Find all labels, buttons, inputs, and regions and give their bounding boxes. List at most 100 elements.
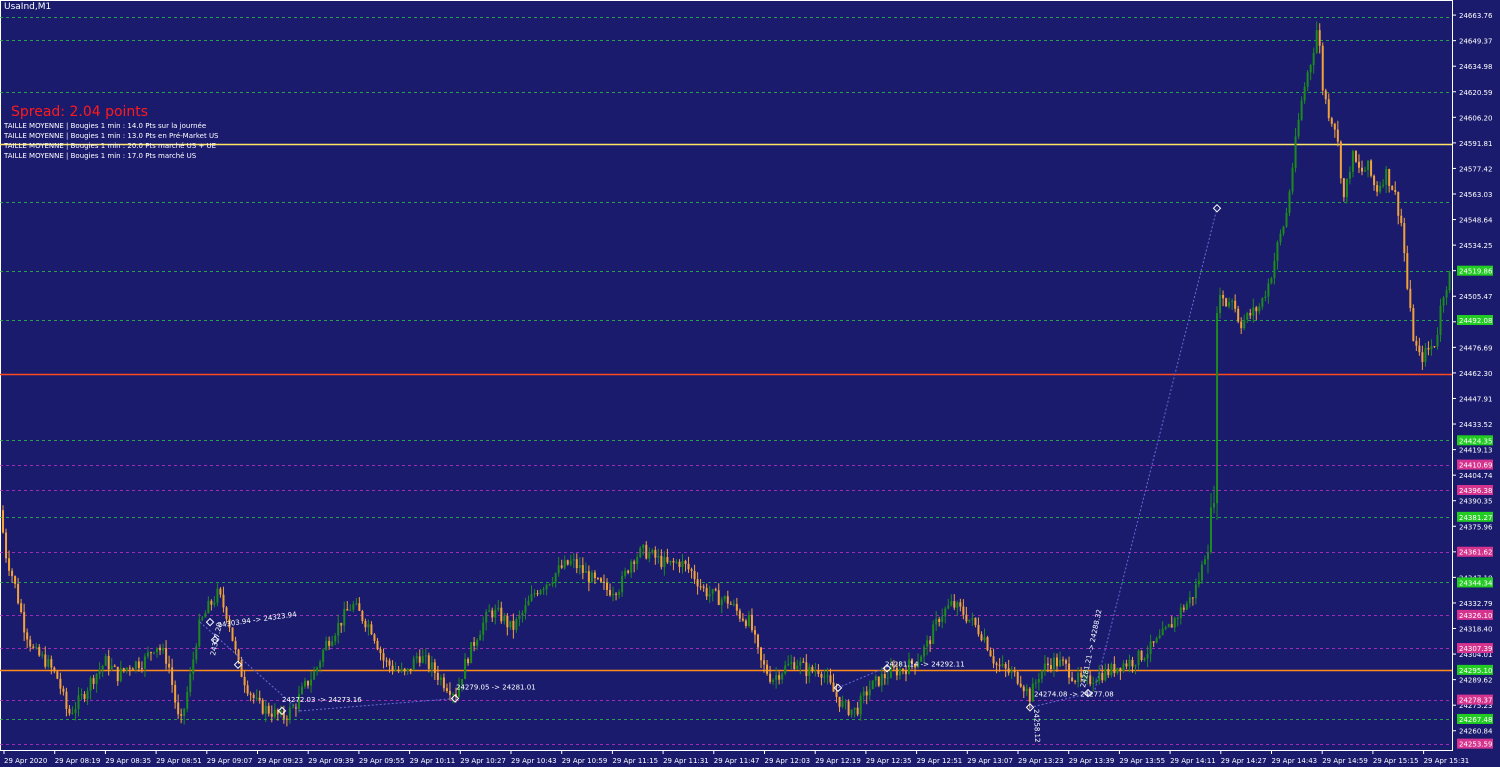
candle-body	[1025, 688, 1028, 692]
candle-body	[83, 694, 86, 699]
candle-body	[1225, 298, 1228, 307]
y-tick-label: 24620.59	[1459, 89, 1492, 97]
candle-body	[711, 589, 714, 594]
candle-body	[500, 607, 503, 622]
candle-body	[442, 677, 445, 689]
candle-body	[1264, 296, 1267, 299]
candle-body	[901, 668, 904, 671]
candle-body	[1306, 72, 1309, 87]
candle-body	[62, 688, 65, 692]
candle-body	[17, 583, 20, 604]
candle-body	[699, 586, 702, 588]
candle-body	[1318, 30, 1321, 46]
candle-body	[1213, 503, 1216, 508]
candle-body	[944, 608, 947, 617]
candle-body	[1361, 167, 1363, 172]
candle-body	[334, 635, 337, 642]
candle-body	[1282, 226, 1285, 234]
candle-body	[802, 661, 805, 663]
candle-body	[1288, 191, 1291, 213]
y-tick-label: 24534.25	[1459, 242, 1492, 250]
candle-body	[1146, 654, 1149, 659]
candle-body	[482, 622, 485, 635]
x-tick-label: 29 Apr 13:39	[1069, 757, 1115, 765]
candle-body	[189, 673, 192, 692]
candle-body	[322, 650, 325, 662]
candle-body	[624, 570, 627, 576]
level-label: 24295.10	[1459, 667, 1492, 675]
candle-body	[868, 689, 871, 696]
candle-body	[581, 565, 584, 573]
candle-body	[285, 718, 288, 720]
candle-body	[781, 673, 784, 680]
candle-body	[89, 678, 92, 691]
candle-body	[557, 565, 560, 574]
candle-body	[258, 697, 261, 701]
candle-body	[156, 647, 159, 653]
x-tick-label: 29 Apr 13:55	[1119, 757, 1165, 765]
price-chart[interactable]: 24663.76 24649.37 24634.98 24620.59 24606.20…	[0, 0, 1500, 767]
candle-body	[856, 707, 859, 715]
candle-body	[159, 647, 162, 651]
candle-body	[1219, 294, 1222, 314]
candle-body	[307, 680, 310, 686]
candle-body	[479, 634, 482, 641]
candle-body	[1104, 668, 1107, 681]
candle-body	[222, 594, 225, 608]
candle-body	[485, 611, 488, 623]
candle-body	[766, 664, 769, 674]
candle-body	[1167, 624, 1170, 628]
x-tick-label: 29 Apr 11:31	[663, 757, 709, 765]
candle-body	[1270, 278, 1273, 284]
candle-body	[639, 547, 642, 558]
candle-body	[820, 673, 823, 678]
candle-body	[1297, 119, 1300, 137]
candle-body	[11, 570, 14, 577]
candle-body	[77, 695, 80, 709]
level-label: 24267.48	[1459, 716, 1492, 724]
candle-body	[8, 558, 11, 571]
candle-body	[977, 624, 980, 635]
candle-body	[874, 676, 877, 681]
candle-body	[1119, 667, 1122, 672]
candle-body	[796, 665, 799, 669]
candle-body	[343, 609, 346, 626]
candle-body	[400, 668, 403, 672]
candle-body	[1240, 321, 1243, 329]
candle-body	[168, 663, 171, 668]
candle-body	[877, 676, 880, 686]
candle-body	[678, 561, 681, 567]
candle-body	[183, 708, 186, 716]
candle-body	[125, 667, 128, 671]
candle-body	[790, 662, 793, 664]
candle-body	[397, 669, 400, 672]
y-tick-label: 24476.69	[1459, 344, 1492, 352]
candle-body	[412, 658, 415, 671]
candle-body	[201, 617, 204, 620]
candle-body	[210, 600, 213, 605]
candle-body	[684, 560, 687, 564]
candle-body	[572, 559, 575, 561]
candle-body	[361, 610, 364, 621]
candle-body	[763, 660, 766, 665]
candle-body	[497, 607, 500, 610]
candle-body	[1049, 665, 1052, 670]
candle-body	[1059, 659, 1061, 667]
chart-window[interactable]: 24663.76 24649.37 24634.98 24620.59 24606.20…	[0, 0, 1500, 767]
candle-body	[5, 532, 8, 559]
candle-body	[705, 587, 708, 597]
candle-body	[1367, 160, 1370, 171]
candle-body	[1246, 312, 1249, 320]
level-label: 24253.59	[1459, 741, 1492, 749]
candle-body	[261, 700, 264, 714]
candle-body	[735, 603, 738, 611]
candle-body	[231, 627, 234, 641]
candle-body	[316, 667, 319, 672]
candle-body	[213, 602, 216, 605]
candle-body	[566, 560, 569, 565]
candle-body	[808, 666, 811, 677]
candle-body	[1231, 300, 1234, 303]
candle-body	[59, 678, 62, 689]
candle-body	[131, 668, 134, 670]
candle-body	[1161, 628, 1164, 636]
